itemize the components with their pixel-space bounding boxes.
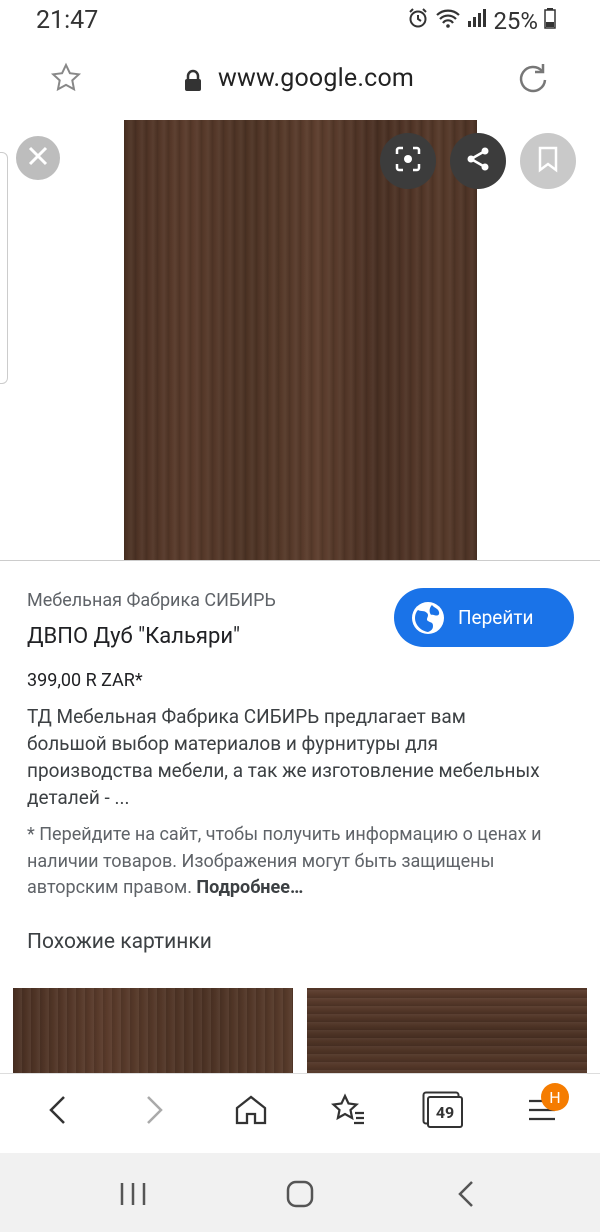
notification-badge: H [541, 1083, 569, 1111]
recent-apps-icon [118, 1183, 148, 1212]
forward-button[interactable] [134, 1092, 174, 1132]
tabs-button[interactable]: 49 [425, 1092, 465, 1132]
alarm-icon [407, 7, 429, 35]
result-price: 399,00 R ZAR* [27, 670, 143, 691]
home-button[interactable] [231, 1092, 271, 1132]
signal-icon [467, 7, 487, 35]
similar-image-thumbnail[interactable] [307, 988, 587, 1078]
share-button[interactable] [450, 133, 506, 189]
recent-apps-button[interactable] [118, 1180, 148, 1212]
system-home-button[interactable] [285, 1179, 315, 1213]
save-button[interactable] [520, 133, 576, 189]
visit-button-label: Перейти [458, 606, 534, 629]
side-panel-handle[interactable] [0, 152, 8, 384]
lock-icon [183, 69, 203, 97]
reload-icon[interactable] [516, 61, 550, 99]
system-back-icon [455, 1181, 477, 1213]
similar-image-thumbnail[interactable] [13, 988, 293, 1078]
lens-icon [394, 145, 422, 177]
result-source: Мебельная Фабрика СИБИРЬ [27, 590, 276, 611]
battery-icon [544, 7, 556, 35]
bookmarks-button[interactable] [328, 1092, 368, 1132]
tabs-count: 49 [435, 1102, 455, 1122]
status-icons: 25% [407, 7, 556, 35]
bookmark-star-icon[interactable] [50, 62, 82, 98]
url-text[interactable]: www.google.com [218, 64, 414, 93]
system-home-icon [285, 1180, 315, 1213]
share-icon [464, 145, 492, 177]
close-button[interactable] [16, 136, 60, 180]
battery-percent: 25% [493, 7, 538, 35]
similar-images-heading: Похожие картинки [27, 930, 212, 954]
home-icon [234, 1094, 268, 1130]
result-image[interactable] [124, 120, 477, 560]
copyright-note: * Перейдите на сайт, чтобы получить инфо… [27, 822, 572, 902]
tabs-icon: 49 [427, 1096, 463, 1128]
visit-button[interactable]: Перейти [394, 588, 574, 647]
more-link[interactable]: Подробнее… [196, 877, 303, 898]
bookmark-icon [536, 145, 560, 177]
browser-toolbar [0, 1073, 600, 1154]
result-description: ТД Мебельная Фабрика СИБИРЬ предлагает в… [27, 705, 540, 809]
clock: 21:47 [36, 6, 99, 35]
close-icon [27, 145, 49, 171]
forward-arrow-icon [142, 1095, 166, 1129]
status-bar: 21:47 25% [0, 0, 600, 44]
back-button[interactable] [38, 1092, 78, 1132]
back-arrow-icon [46, 1095, 70, 1129]
result-title: ДВПО Дуб "Кальяри" [27, 624, 241, 649]
bookmarks-star-icon [330, 1093, 366, 1131]
system-back-button[interactable] [455, 1179, 477, 1213]
wifi-icon [435, 7, 461, 35]
lens-search-button[interactable] [380, 133, 436, 189]
globe-icon [410, 600, 446, 636]
